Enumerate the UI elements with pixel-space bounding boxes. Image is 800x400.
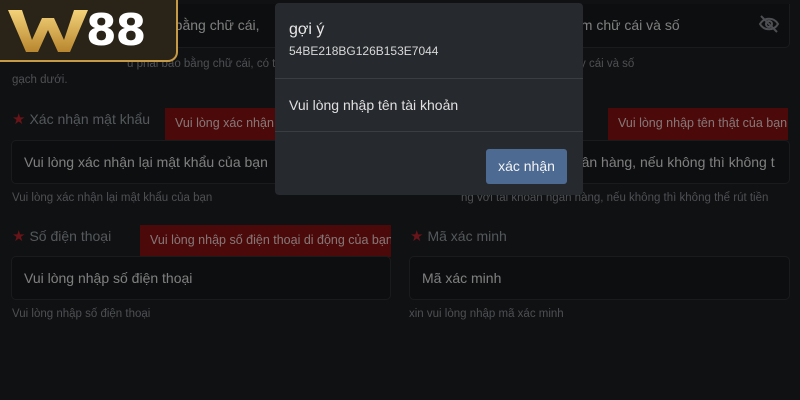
hint-dialog: gợi ý 54BE218BG126B153E7044 Vui lòng nhậ… (275, 3, 583, 195)
dialog-message: Vui lòng nhập tên tài khoản (289, 97, 459, 113)
dialog-code: 54BE218BG126B153E7044 (289, 44, 439, 58)
confirm-button[interactable]: xác nhận (486, 149, 567, 184)
logo-text: 88 (86, 4, 146, 56)
w-logo-icon (8, 10, 88, 52)
dialog-title: gợi ý (289, 21, 325, 38)
w88-logo: 88 (0, 0, 178, 62)
dialog-divider (275, 131, 583, 132)
dialog-divider (275, 78, 583, 79)
